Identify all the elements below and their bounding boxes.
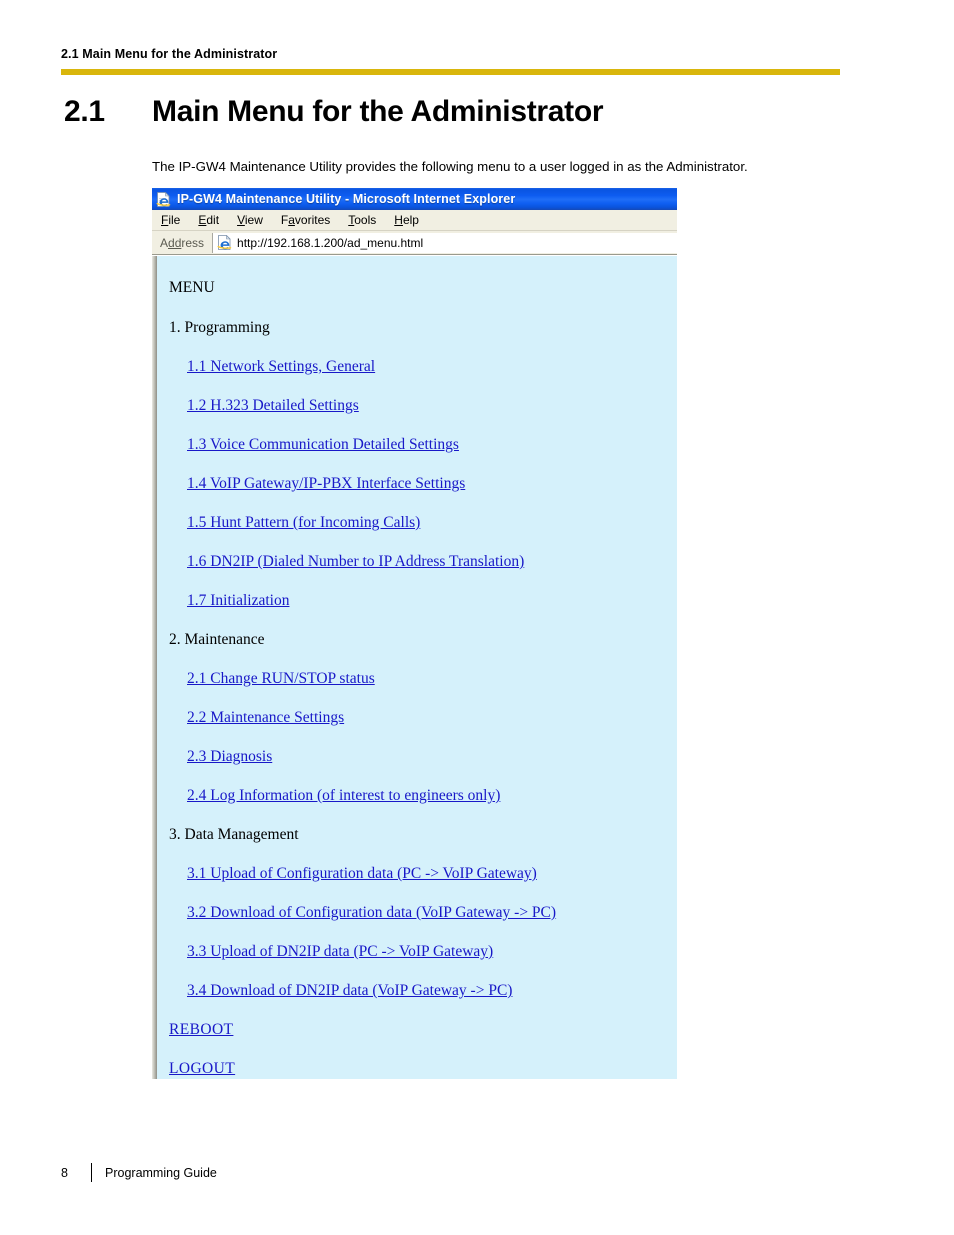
browser-titlebar: IP-GW4 Maintenance Utility - Microsoft I… — [152, 188, 677, 210]
list-item: LOGOUT — [169, 1059, 677, 1078]
link-change-run-stop-status[interactable]: 2.1 Change RUN/STOP status — [187, 670, 375, 687]
menu-item-view[interactable]: View — [237, 213, 263, 227]
list-item: 1.6 DN2IP (Dialed Number to IP Address T… — [187, 552, 677, 571]
browser-window-figure: IP-GW4 Maintenance Utility - Microsoft I… — [152, 188, 677, 1079]
browser-title-text: IP-GW4 Maintenance Utility - Microsoft I… — [177, 192, 516, 206]
link-reboot[interactable]: REBOOT — [169, 1021, 233, 1038]
ie-page-icon — [217, 234, 232, 250]
menu-item-favorites[interactable]: Favorites — [281, 213, 330, 227]
menu-group-programming: 1. Programming — [169, 319, 270, 336]
web-page-content: MENU 1. Programming 1.1 Network Settings… — [157, 256, 677, 1079]
list-item: 3.2 Download of Configuration data (VoIP… — [187, 903, 677, 922]
list-item: 1.3 Voice Communication Detailed Setting… — [187, 435, 677, 454]
running-header-text: 2.1 Main Menu for the Administrator — [61, 47, 278, 61]
header-rule-divider — [61, 69, 840, 75]
ie-document-icon — [156, 191, 171, 207]
menu-item-file[interactable]: File — [161, 213, 180, 227]
address-url-text: http://192.168.1.200/ad_menu.html — [237, 235, 424, 250]
link-hunt-pattern[interactable]: 1.5 Hunt Pattern (for Incoming Calls) — [187, 514, 420, 531]
browser-menubar: File Edit View Favorites Tools Help — [152, 210, 677, 231]
link-download-configuration-data[interactable]: 3.2 Download of Configuration data (VoIP… — [187, 904, 556, 921]
list-item: 1.2 H.323 Detailed Settings — [187, 396, 677, 415]
browser-viewport: MENU 1. Programming 1.1 Network Settings… — [152, 255, 677, 1079]
list-item: REBOOT — [169, 1020, 677, 1039]
list-item: 1.7 Initialization — [187, 591, 677, 610]
menu-item-help[interactable]: Help — [394, 213, 419, 227]
page-footer: 8 Programming Guide — [61, 1163, 217, 1182]
link-voip-gateway-ippbx-interface-settings[interactable]: 1.4 VoIP Gateway/IP-PBX Interface Settin… — [187, 475, 465, 492]
menu-item-tools[interactable]: Tools — [348, 213, 376, 227]
list-item: 2.2 Maintenance Settings — [187, 708, 677, 727]
list-item: 2.3 Diagnosis — [187, 747, 677, 766]
link-initialization[interactable]: 1.7 Initialization — [187, 592, 289, 609]
link-voice-communication-detailed-settings[interactable]: 1.3 Voice Communication Detailed Setting… — [187, 436, 459, 453]
link-upload-configuration-data[interactable]: 3.1 Upload of Configuration data (PC -> … — [187, 865, 537, 882]
menu-item-edit[interactable]: Edit — [198, 213, 219, 227]
list-item: 3.1 Upload of Configuration data (PC -> … — [187, 864, 677, 883]
link-network-settings-general[interactable]: 1.1 Network Settings, General — [187, 358, 375, 375]
list-item: 2.1 Change RUN/STOP status — [187, 669, 677, 688]
address-input[interactable]: http://192.168.1.200/ad_menu.html — [212, 232, 677, 253]
running-header: 2.1 Main Menu for the Administrator — [61, 46, 840, 62]
link-diagnosis[interactable]: 2.3 Diagnosis — [187, 748, 272, 765]
intro-paragraph: The IP-GW4 Maintenance Utility provides … — [152, 159, 748, 174]
address-bar-label: Address — [160, 235, 205, 250]
page-title: 2.1 Main Menu for the Administrator — [64, 95, 864, 129]
link-logout[interactable]: LOGOUT — [169, 1060, 235, 1077]
link-download-dn2ip-data[interactable]: 3.4 Download of DN2IP data (VoIP Gateway… — [187, 982, 512, 999]
link-dn2ip-translation[interactable]: 1.6 DN2IP (Dialed Number to IP Address T… — [187, 553, 524, 570]
menu-title: MENU — [169, 279, 215, 296]
footer-divider — [91, 1163, 92, 1182]
menu-group-maintenance: 2. Maintenance — [169, 631, 265, 648]
link-h323-detailed-settings[interactable]: 1.2 H.323 Detailed Settings — [187, 397, 359, 414]
section-number: 2.1 — [64, 95, 105, 128]
browser-addressbar: Address http://192.168.1.200/ad_menu.htm… — [152, 231, 677, 255]
list-item: 3.3 Upload of DN2IP data (PC -> VoIP Gat… — [187, 942, 677, 961]
link-log-information[interactable]: 2.4 Log Information (of interest to engi… — [187, 787, 500, 804]
link-maintenance-settings[interactable]: 2.2 Maintenance Settings — [187, 709, 344, 726]
list-item: 2.4 Log Information (of interest to engi… — [187, 786, 677, 805]
link-upload-dn2ip-data[interactable]: 3.3 Upload of DN2IP data (PC -> VoIP Gat… — [187, 943, 493, 960]
menu-group-data-management: 3. Data Management — [169, 826, 299, 843]
section-heading: Main Menu for the Administrator — [152, 95, 604, 128]
footer-page-number: 8 — [61, 1165, 68, 1180]
list-item: 1.5 Hunt Pattern (for Incoming Calls) — [187, 513, 677, 532]
list-item: 3.4 Download of DN2IP data (VoIP Gateway… — [187, 981, 677, 1000]
list-item: 1.1 Network Settings, General — [187, 357, 677, 376]
list-item: 1.4 VoIP Gateway/IP-PBX Interface Settin… — [187, 474, 677, 493]
footer-guide-title: Programming Guide — [105, 1165, 217, 1180]
